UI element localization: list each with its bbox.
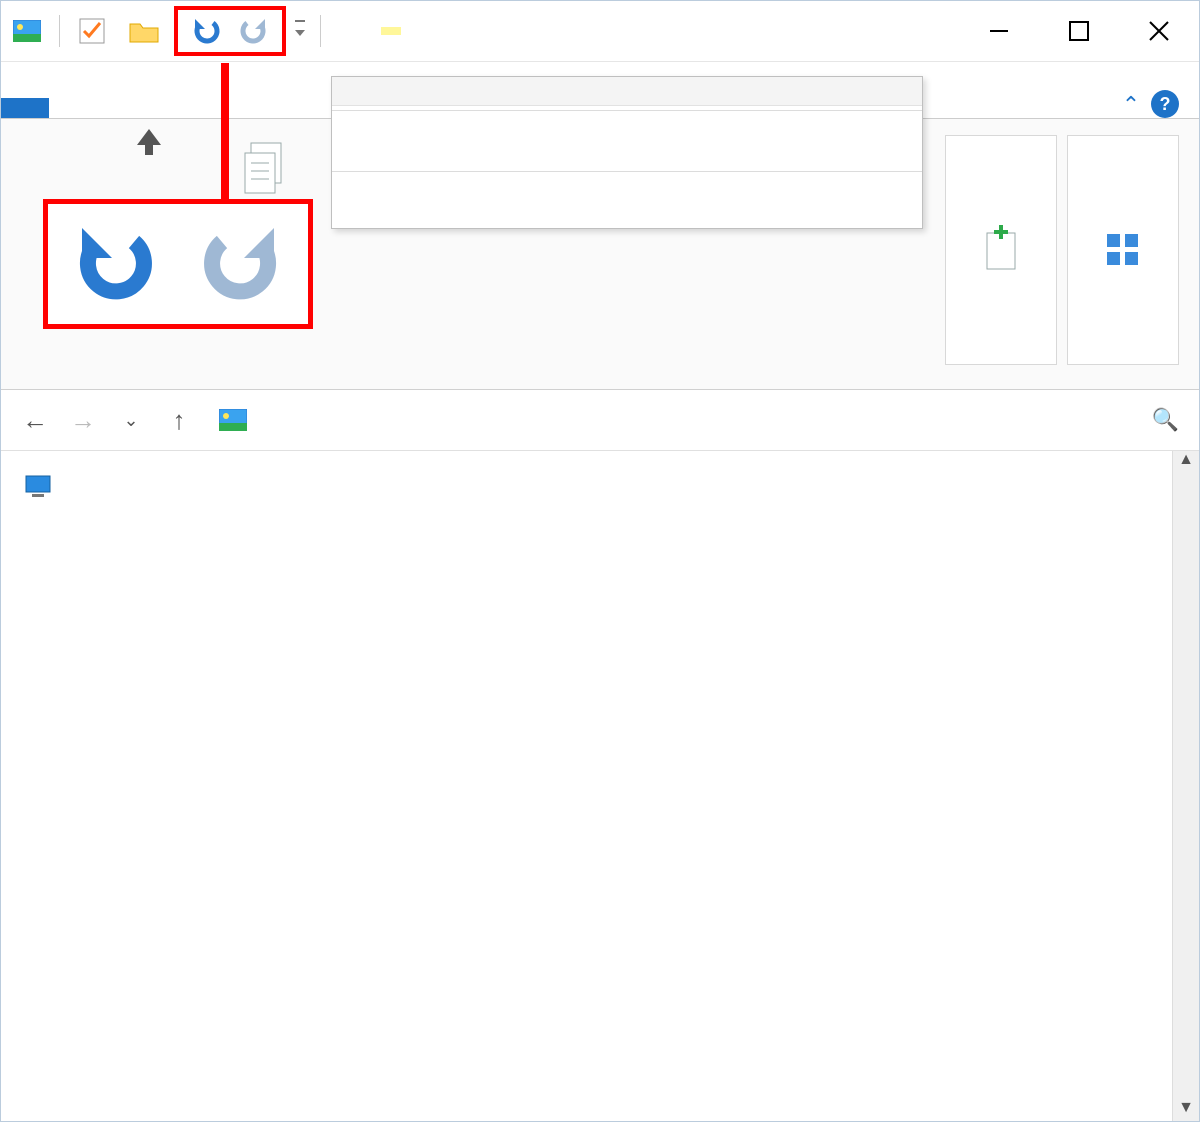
undo-redo-callout bbox=[43, 199, 313, 329]
qat-divider bbox=[59, 15, 60, 47]
qat-customize-menu bbox=[331, 76, 923, 229]
window-controls bbox=[959, 1, 1199, 61]
history-dropdown[interactable]: ⌄ bbox=[107, 396, 155, 444]
tab-file[interactable] bbox=[1, 98, 49, 118]
tab-home[interactable] bbox=[49, 98, 97, 118]
qat-dropdown[interactable] bbox=[290, 11, 310, 51]
undo-icon-large bbox=[68, 222, 158, 306]
menu-show-below-ribbon[interactable] bbox=[332, 115, 922, 167]
explorer-window: ⌃ ? bbox=[0, 0, 1200, 1122]
up-button[interactable]: ↑ bbox=[155, 396, 203, 444]
qat-menu-header bbox=[332, 77, 922, 106]
pin-icon[interactable] bbox=[131, 127, 167, 173]
address-bar-icon[interactable] bbox=[209, 396, 257, 444]
new-folder-icon[interactable] bbox=[124, 11, 164, 51]
explorer-app-icon[interactable] bbox=[7, 11, 47, 51]
properties-checklist-icon[interactable] bbox=[72, 11, 112, 51]
ribbon-group-select[interactable] bbox=[1067, 135, 1179, 365]
minimize-button[interactable] bbox=[959, 1, 1039, 61]
ribbon-right-groups bbox=[935, 135, 1179, 365]
search-box[interactable]: 🔍 bbox=[1140, 407, 1189, 433]
redo-button[interactable] bbox=[234, 11, 274, 51]
redo-icon-large bbox=[198, 222, 288, 306]
title-badge bbox=[381, 27, 401, 35]
navigation-bar: ← → ⌄ ↑ 🔍 bbox=[1, 390, 1199, 451]
vertical-scrollbar[interactable]: ▲ ▼ bbox=[1172, 451, 1199, 1122]
pc-icon bbox=[23, 471, 53, 501]
search-icon: 🔍 bbox=[1152, 407, 1179, 432]
ribbon-group-stub[interactable] bbox=[945, 135, 1057, 365]
scroll-down-icon[interactable]: ▼ bbox=[1178, 1099, 1194, 1122]
copy-icon[interactable] bbox=[241, 141, 289, 197]
scroll-up-icon[interactable]: ▲ bbox=[1178, 451, 1194, 477]
undo-button[interactable] bbox=[186, 11, 226, 51]
title-divider bbox=[320, 15, 321, 47]
select-all-icon bbox=[1103, 200, 1143, 300]
undo-redo-highlight bbox=[174, 6, 286, 56]
quick-access-toolbar bbox=[1, 1, 310, 61]
highlight-connector bbox=[221, 63, 229, 205]
tree-root-pc[interactable] bbox=[7, 465, 377, 507]
menu-minimize-ribbon[interactable] bbox=[332, 176, 922, 228]
maximize-button[interactable] bbox=[1039, 1, 1119, 61]
title-bar bbox=[1, 1, 1199, 62]
help-icon[interactable]: ? bbox=[1151, 90, 1179, 118]
menu-separator bbox=[332, 171, 922, 172]
close-button[interactable] bbox=[1119, 1, 1199, 61]
file-view[interactable]: ▲ ▼ bbox=[383, 451, 1199, 1122]
navigation-tree[interactable] bbox=[1, 451, 383, 1122]
forward-button[interactable]: → bbox=[59, 396, 107, 444]
collapse-ribbon-icon[interactable]: ⌃ bbox=[1111, 92, 1151, 118]
content-body: ▲ ▼ bbox=[1, 451, 1199, 1122]
menu-separator bbox=[332, 110, 922, 111]
new-item-icon bbox=[981, 200, 1021, 300]
back-button[interactable]: ← bbox=[11, 396, 59, 444]
